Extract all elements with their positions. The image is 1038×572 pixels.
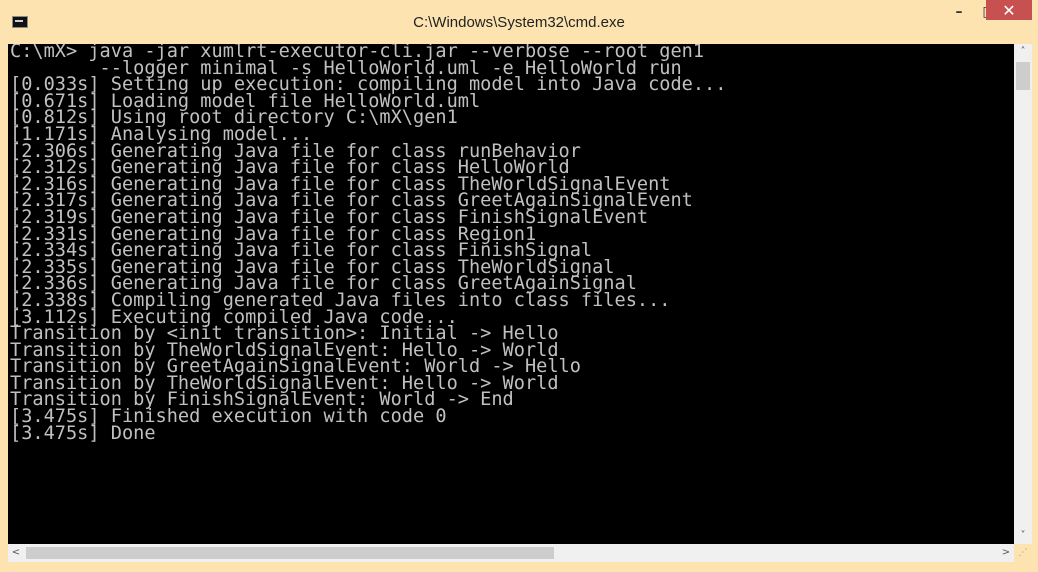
scroll-right-icon[interactable]: > xyxy=(998,544,1014,562)
minimize-button[interactable]: – xyxy=(944,1,974,23)
vertical-scrollbar[interactable]: ˄ ˅ xyxy=(1014,44,1032,544)
scroll-down-icon[interactable]: ˅ xyxy=(1014,528,1032,544)
horizontal-scroll-thumb[interactable] xyxy=(26,547,554,559)
console-line: [3.475s] Done xyxy=(10,422,156,444)
console-output[interactable]: C:\mX> java -jar xumlrt-executor-cli.jar… xyxy=(8,44,1014,544)
resize-grip-icon[interactable]: ⋰ xyxy=(1016,546,1030,560)
horizontal-scrollbar[interactable]: < > xyxy=(8,544,1014,562)
scroll-left-icon[interactable]: < xyxy=(8,544,24,562)
vertical-scroll-thumb[interactable] xyxy=(1016,62,1030,90)
minimize-icon: – xyxy=(955,4,963,20)
cmd-window: C:\Windows\System32\cmd.exe – □ ✕ C:\mX>… xyxy=(0,0,1038,572)
window-title: C:\Windows\System32\cmd.exe xyxy=(413,14,625,31)
close-button[interactable]: ✕ xyxy=(986,0,1032,20)
console-text: C:\mX> java -jar xumlrt-executor-cli.jar… xyxy=(10,44,726,442)
scroll-up-icon[interactable]: ˄ xyxy=(1014,44,1032,60)
close-icon: ✕ xyxy=(1002,0,1016,20)
title-bar[interactable]: C:\Windows\System32\cmd.exe – □ ✕ xyxy=(0,0,1038,44)
